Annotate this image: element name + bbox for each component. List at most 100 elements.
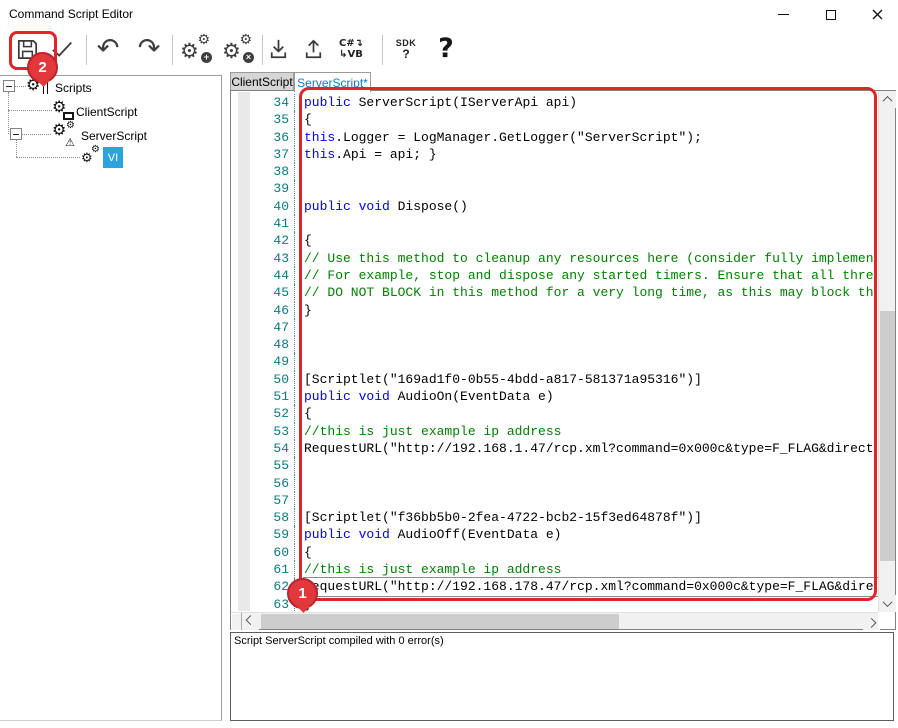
tab-clientscript[interactable]: ClientScript [230, 72, 294, 91]
line-number: 62 [231, 578, 295, 595]
code-text [304, 319, 878, 336]
code-line[interactable]: 37this.Api = api; } [231, 146, 878, 163]
code-text: { [304, 111, 878, 128]
code-text [304, 457, 878, 474]
line-number: 52 [231, 405, 295, 422]
scripts-root-icon: ⚙ [26, 76, 48, 96]
sdk-help-button[interactable]: SDK ? [392, 32, 420, 66]
code-line[interactable]: 49 [231, 353, 878, 370]
code-text [304, 492, 878, 509]
vi-script-icon: ⚙ ⚙ [81, 145, 101, 165]
code-text [304, 336, 878, 353]
line-number: 50 [231, 371, 295, 388]
code-line[interactable]: 57 [231, 492, 878, 509]
code-line[interactable]: 41 [231, 215, 878, 232]
scroll-up-button[interactable] [879, 91, 896, 108]
code-line[interactable]: 46} [231, 302, 878, 319]
code-text: public void AudioOn(EventData e) [304, 388, 878, 405]
code-line[interactable]: 58[Scriptlet("f36bb5b0-2fea-4722-bcb2-15… [231, 509, 878, 526]
sidebar-item-scripts[interactable]: Scripts [55, 81, 92, 95]
save-button[interactable] [13, 32, 41, 66]
line-number: 51 [231, 388, 295, 405]
line-number: 42 [231, 232, 295, 249]
chevron-left-icon [246, 615, 256, 625]
horizontal-scrollbar[interactable] [231, 612, 880, 629]
title-bar: Command Script Editor [0, 0, 898, 30]
close-button[interactable] [856, 0, 898, 29]
code-line[interactable]: 62RequestURL("http://192.168.178.47/rcp.… [231, 578, 878, 595]
code-text: [Scriptlet("f36bb5b0-2fea-4722-bcb2-15f3… [304, 509, 878, 526]
code-area[interactable]: 34public ServerScript(IServerApi api)35{… [231, 94, 878, 612]
code-line[interactable]: 56 [231, 475, 878, 492]
download-icon [265, 36, 292, 63]
code-line[interactable]: 35{ [231, 111, 878, 128]
code-line[interactable]: 47 [231, 319, 878, 336]
code-line[interactable]: 55 [231, 457, 878, 474]
status-message: Script ServerScript compiled with 0 erro… [234, 635, 444, 647]
code-line[interactable]: 59public void AudioOff(EventData e) [231, 526, 878, 543]
sidebar-item-serverscript[interactable]: ServerScript [81, 129, 147, 143]
export-button[interactable] [299, 32, 327, 66]
code-line[interactable]: 43// Use this method to cleanup any reso… [231, 250, 878, 267]
check-icon [49, 36, 75, 62]
code-line[interactable]: 61//this is just example ip address [231, 561, 878, 578]
tree-connector [16, 140, 17, 157]
code-line[interactable]: 53//this is just example ip address [231, 423, 878, 440]
code-text: public void Dispose() [304, 198, 878, 215]
toolbar-separator [86, 35, 87, 65]
vertical-scroll-thumb[interactable] [880, 311, 895, 561]
toolbar-separator [172, 35, 173, 65]
redo-button[interactable]: ↷ [133, 32, 165, 66]
toolbar-separator [262, 35, 263, 65]
line-number: 60 [231, 544, 295, 561]
code-line[interactable]: 34public ServerScript(IServerApi api) [231, 94, 878, 111]
code-line[interactable]: 38 [231, 163, 878, 180]
minimize-button[interactable] [762, 0, 804, 29]
code-line[interactable]: 40public void Dispose() [231, 198, 878, 215]
code-line[interactable]: 39 [231, 180, 878, 197]
code-line[interactable]: 50[Scriptlet("169ad1f0-0b55-4bdd-a817-58… [231, 371, 878, 388]
undo-button[interactable]: ↶ [92, 32, 124, 66]
sidebar-item-vi[interactable]: VI [103, 147, 123, 168]
code-text: } [304, 596, 878, 612]
code-line[interactable]: 63} [231, 596, 878, 612]
code-text: // DO NOT BLOCK in this method for a ver… [304, 284, 878, 301]
horizontal-scroll-thumb[interactable] [261, 614, 619, 629]
line-number: 57 [231, 492, 295, 509]
scroll-down-button[interactable] [879, 595, 896, 612]
client-script-icon: ⚙ [52, 99, 74, 121]
code-line[interactable]: 45// DO NOT BLOCK in this method for a v… [231, 284, 878, 301]
tree-connector [16, 157, 80, 158]
maximize-button[interactable] [810, 0, 852, 29]
validate-button[interactable] [48, 32, 76, 66]
code-line[interactable]: 44// For example, stop and dispose any s… [231, 267, 878, 284]
tab-serverscript[interactable]: ServerScript* [294, 72, 371, 92]
sdk-help-icon: SDK ? [396, 38, 417, 60]
code-line[interactable]: 54RequestURL("http://192.168.1.47/rcp.xm… [231, 440, 878, 457]
help-icon: ? [438, 34, 454, 64]
import-button[interactable] [264, 32, 292, 66]
editor-region: ClientScript ServerScript* 34public Serv… [228, 72, 898, 722]
add-script-button[interactable]: ⚙ ⚙ + [179, 32, 213, 66]
vertical-scrollbar[interactable] [878, 91, 895, 612]
code-text: { [304, 405, 878, 422]
code-text [304, 215, 878, 232]
hscroll-grip[interactable] [231, 613, 242, 630]
code-line[interactable]: 52 { [231, 405, 878, 422]
code-line[interactable]: 48 [231, 336, 878, 353]
scroll-left-button[interactable] [242, 613, 259, 630]
undo-icon: ↶ [97, 34, 120, 64]
csharp-vb-convert-button[interactable]: C#↴ ↳VB [334, 32, 368, 66]
line-number: 47 [231, 319, 295, 336]
chevron-down-icon [883, 597, 893, 607]
code-line[interactable]: 60{ [231, 544, 878, 561]
collapse-icon[interactable] [3, 80, 15, 92]
code-line[interactable]: 51 public void AudioOn(EventData e) [231, 388, 878, 405]
code-line[interactable]: 42{ [231, 232, 878, 249]
collapse-icon[interactable] [10, 128, 22, 140]
remove-script-button[interactable]: ⚙ ⚙ × [221, 32, 255, 66]
sidebar-item-clientscript[interactable]: ClientScript [76, 105, 137, 119]
code-line[interactable]: 36this.Logger = LogManager.GetLogger("Se… [231, 129, 878, 146]
help-button[interactable]: ? [432, 32, 460, 66]
line-number: 37 [231, 146, 295, 163]
